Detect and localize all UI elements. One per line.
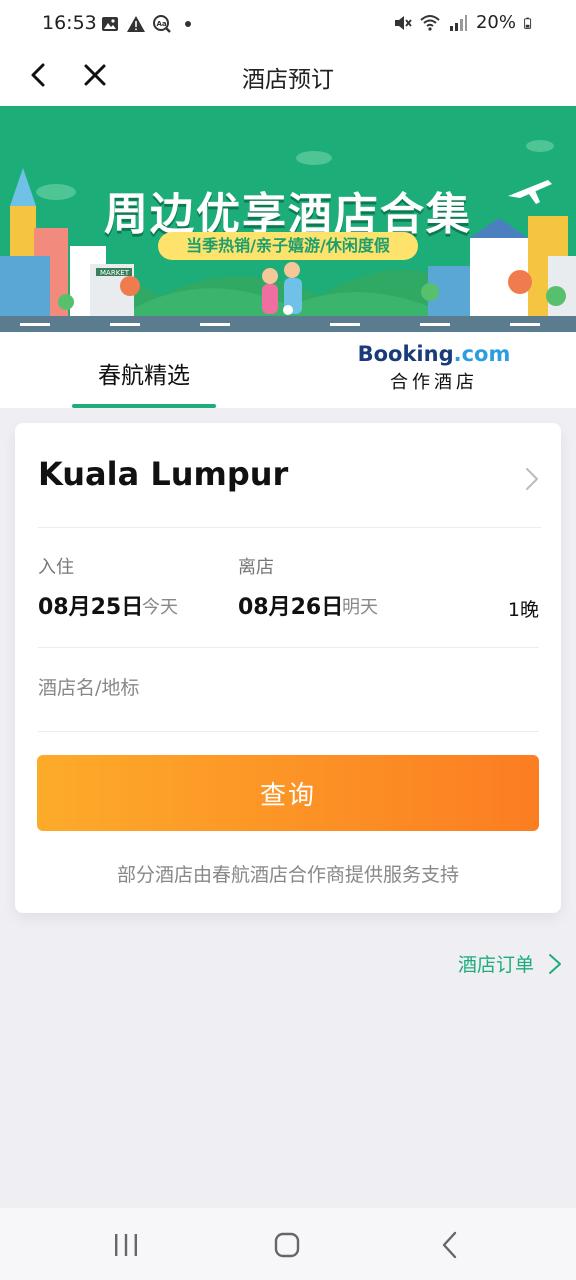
checkin-relative: 今天	[142, 597, 178, 618]
status-bar: 16:53 Aa 20%	[0, 0, 576, 48]
status-time: 16:53	[42, 12, 97, 34]
partner-disclaimer: 部分酒店由春航酒店合作商提供服务支持	[116, 864, 459, 886]
booking-logo: Booking.com	[357, 342, 511, 366]
dot-icon	[185, 21, 191, 27]
tab-spring-selection[interactable]: 春航精选	[72, 332, 216, 408]
mute-icon	[394, 15, 412, 30]
chevron-right-icon	[549, 953, 561, 974]
hotel-source-tabs: 春航精选 Booking.com 合作酒店	[0, 332, 576, 408]
tab-booking-partner[interactable]: Booking.com 合作酒店	[340, 342, 528, 402]
checkin-date: 08月25日	[38, 595, 144, 620]
city-selector[interactable]: Kuala Lumpur	[38, 443, 541, 528]
translate-icon: Aa	[153, 15, 171, 33]
promo-banner[interactable]: MARKET 周边优享酒店合集 当季热销/亲子嬉游/休闲度假	[0, 106, 576, 332]
date-selector[interactable]: 入住 08月25日 今天 离店 08月26日 明天 1晚	[38, 527, 539, 648]
tab-label: 春航精选	[98, 363, 190, 389]
wifi-icon	[420, 14, 440, 31]
battery-icon	[524, 17, 532, 29]
system-back-icon[interactable]	[440, 1230, 458, 1260]
status-notification-icons: Aa	[100, 14, 198, 34]
svg-text:Aa: Aa	[157, 20, 167, 28]
home-icon[interactable]	[274, 1232, 300, 1258]
signal-icon	[449, 14, 467, 31]
status-system-icons: 20%	[392, 12, 536, 33]
query-button[interactable]: 查询	[37, 755, 539, 831]
city-name: Kuala Lumpur	[38, 455, 289, 493]
page-title: 酒店预订	[242, 67, 334, 93]
hotel-search-card: Kuala Lumpur 入住 08月25日 今天 离店 08月26日 明天 1…	[15, 423, 561, 913]
tab-active-indicator	[72, 404, 216, 408]
checkout-label: 离店	[238, 557, 274, 578]
system-navigation-bar	[0, 1208, 576, 1280]
chevron-right-icon	[526, 468, 538, 490]
hotel-keyword-input[interactable]	[38, 677, 539, 699]
nav-bar: 酒店预订	[0, 48, 576, 106]
checkout-relative: 明天	[342, 597, 378, 618]
checkin-label: 入住	[38, 557, 74, 578]
recent-apps-icon[interactable]	[112, 1232, 140, 1258]
hotel-orders-link[interactable]: 酒店订单	[458, 950, 562, 977]
alert-icon	[127, 16, 145, 32]
image-icon	[102, 17, 118, 31]
hotel-keyword-row	[38, 647, 539, 732]
street-sign: MARKET	[100, 269, 130, 277]
banner-subtitle: 当季热销/亲子嬉游/休闲度假	[158, 232, 418, 260]
battery-percent: 20%	[475, 12, 516, 33]
checkout-date: 08月26日	[238, 595, 344, 620]
hotel-orders-label: 酒店订单	[457, 954, 534, 976]
tab-label: 合作酒店	[390, 372, 478, 393]
nights-count: 1晚	[507, 599, 539, 621]
